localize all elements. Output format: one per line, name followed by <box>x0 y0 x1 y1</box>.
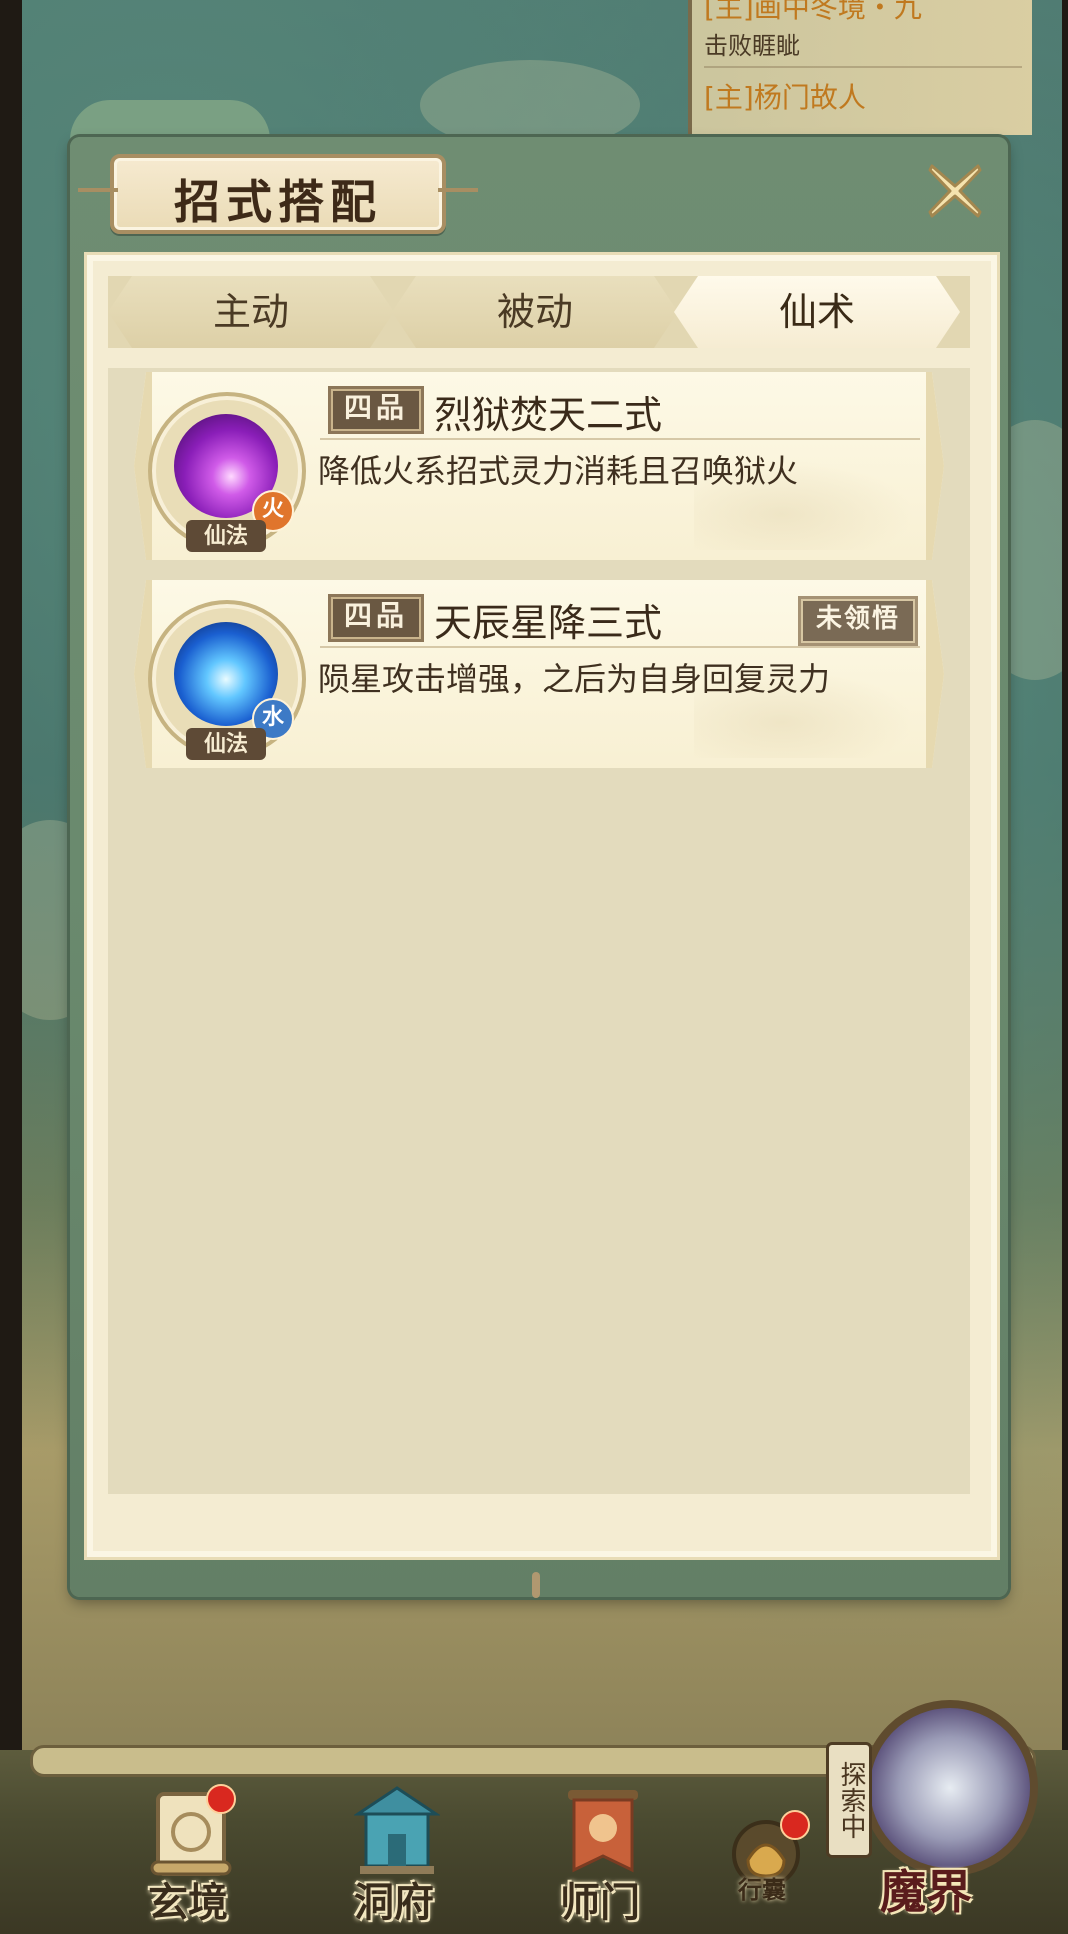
right-frame <box>1062 0 1068 1934</box>
tab-label: 仙术 <box>778 290 855 334</box>
banner-icon <box>568 1790 638 1873</box>
quest-item[interactable]: [主]杨门故人 <box>704 76 1014 116</box>
nav-item-xuanjing[interactable]: 玄境 <box>108 1770 268 1930</box>
skill-grade-tag: 四品 <box>328 594 424 642</box>
notification-dot <box>206 1784 236 1814</box>
dialog-title: 招式搭配 <box>174 175 382 229</box>
skill-description: 降低火系招式灵力消耗且召唤狱火 <box>318 452 799 490</box>
quest-title: [主]杨门故人 <box>704 81 866 114</box>
nav-item-shimen[interactable]: 师门 <box>520 1770 680 1930</box>
quest-item[interactable]: [主]画中冬境・九 击败睚眦 <box>704 0 1014 61</box>
explore-status-tag: 探索中 <box>826 1742 872 1858</box>
skill-grade-tag: 四品 <box>328 386 424 434</box>
quest-divider <box>704 66 1022 68</box>
tab-label: 主动 <box>212 290 289 334</box>
nav-item-dongfu[interactable]: 洞府 <box>314 1770 474 1930</box>
close-x-icon <box>928 164 982 218</box>
tab-immortal-arts[interactable]: 仙术 <box>674 276 960 348</box>
skill-name: 天辰星降三式 <box>434 601 663 645</box>
quest-title: [主]画中冬境・九 <box>704 0 922 24</box>
skill-type-tag: 仙法 <box>186 728 266 760</box>
close-button[interactable] <box>922 158 988 224</box>
unlearned-status-tag: 未领悟 <box>798 596 918 646</box>
tab-active-skills[interactable]: 主动 <box>108 276 394 348</box>
skill-divider <box>320 438 920 440</box>
skill-type-tag: 仙法 <box>186 520 266 552</box>
dialog-bottom-pin <box>532 1572 540 1598</box>
tab-bar: 主动 被动 仙术 <box>108 276 970 348</box>
tab-label: 被动 <box>496 290 573 334</box>
left-frame <box>0 0 22 1934</box>
pavilion-icon <box>354 1786 440 1874</box>
notification-dot <box>780 1810 810 1840</box>
tab-passive-skills[interactable]: 被动 <box>392 276 678 348</box>
nav-label: 洞府 <box>354 1879 434 1926</box>
skill-divider <box>320 646 920 648</box>
skill-name: 烈狱焚天二式 <box>434 393 663 437</box>
dialog-title-plaque: 招式搭配 <box>78 154 478 234</box>
quest-subtitle: 击败睚眦 <box>704 32 800 60</box>
skill-description: 陨星攻击增强，之后为自身回复灵力 <box>318 660 831 698</box>
nav-label: 玄境 <box>148 1879 228 1926</box>
demon-realm-label[interactable]: 魔界 <box>880 1856 972 1922</box>
quest-tracker[interactable]: [主]画中冬境・九 击败睚眦 [主]杨门故人 <box>688 0 1032 135</box>
demon-realm-icon[interactable] <box>862 1700 1038 1876</box>
bag-label: 行囊 <box>738 1875 786 1904</box>
nav-label: 师门 <box>560 1879 640 1926</box>
